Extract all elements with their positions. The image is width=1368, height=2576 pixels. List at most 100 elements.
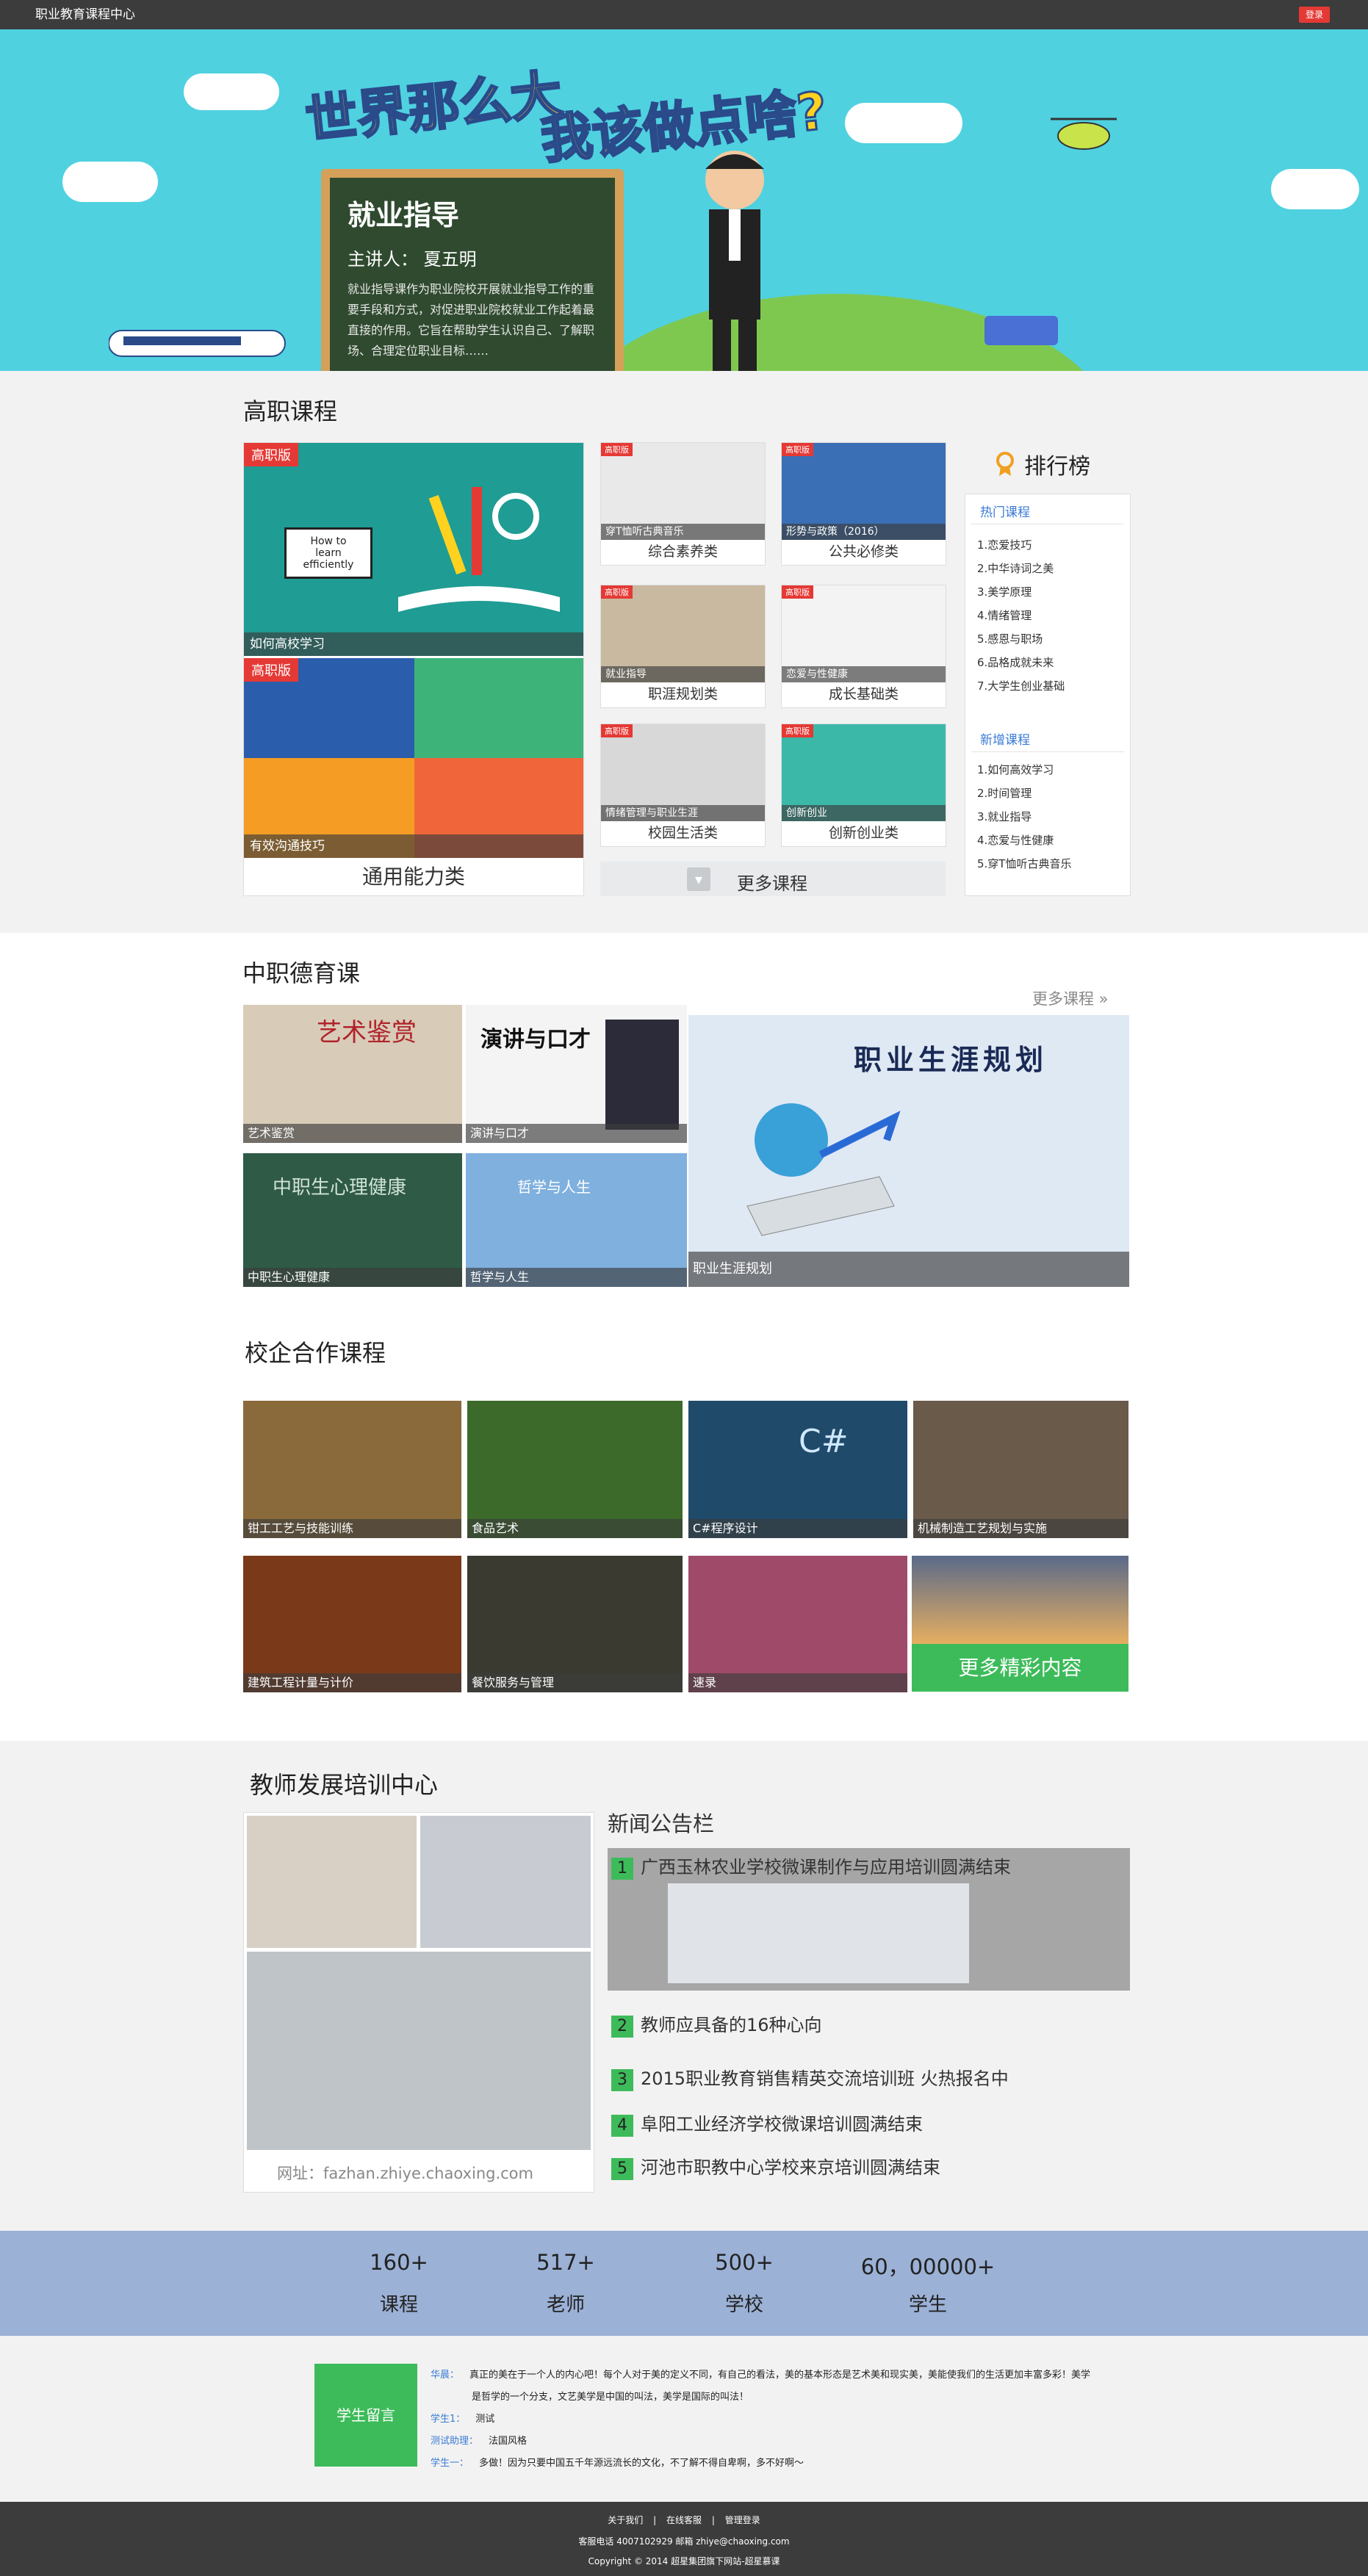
course-overlay-label: 钳工工艺与技能训练 <box>243 1519 461 1538</box>
message-row: 测试助理： 法国风格 <box>431 2433 527 2447</box>
course-card[interactable]: 高职版 就业指导 职涯规划类 <box>600 585 766 708</box>
course-tile[interactable]: 艺术鉴赏 艺术鉴赏 <box>243 1005 462 1143</box>
course-overlay-label: 职业生涯规划 <box>688 1252 1129 1287</box>
category-caption: 公共必修类 <box>828 544 899 560</box>
message-row: 学生1： 测试 <box>431 2411 494 2425</box>
hot-course-item[interactable]: 5.感恩与职场 <box>977 631 1043 646</box>
hot-course-item[interactable]: 7.大学生创业基础 <box>977 678 1065 693</box>
new-course-item[interactable]: 3.就业指导 <box>977 809 1032 824</box>
tile-art-text: 艺术鉴赏 <box>317 1018 417 1047</box>
course-card[interactable]: 高职版 穿T恤听古典音乐 综合素养类 <box>600 442 766 566</box>
news-text: 阜阳工业经济学校微课培训圆满结束 <box>641 2114 923 2135</box>
course-overlay-label: 食品艺术 <box>467 1519 683 1538</box>
message-row: 是哲学的一个分支，文艺美学是中国的叫法，美学是国际的叫法！ <box>472 2389 749 2403</box>
footer-link-about[interactable]: 关于我们 <box>608 2515 643 2525</box>
train-illustration <box>109 330 286 357</box>
stat-label-teachers: 老师 <box>546 2294 585 2316</box>
board-title: 就业指导 <box>348 199 460 231</box>
course-tile[interactable]: 钳工工艺与技能训练 <box>243 1401 461 1538</box>
news-number: 4 <box>611 2115 633 2137</box>
helicopter-illustration <box>1051 118 1117 150</box>
edition-badge: 高职版 <box>244 443 298 466</box>
course-card[interactable]: 高职版 恋爱与性健康 成长基础类 <box>781 585 946 708</box>
news-item[interactable]: 5 河池市职教中心学校来京培训圆满结束 <box>611 2153 940 2180</box>
edition-badge: 高职版 <box>601 724 633 737</box>
course-tile[interactable]: 速录 <box>688 1556 907 1692</box>
course-overlay-label: 中职生心理健康 <box>243 1268 462 1287</box>
course-overlay-label: 艺术鉴赏 <box>243 1124 462 1143</box>
news-board-title: 新闻公告栏 <box>608 1811 715 1836</box>
site-title: 职业教育课程中心 <box>35 7 135 22</box>
cloud-shape <box>845 103 962 143</box>
course-tile-featured[interactable]: 职业生涯规划 职业生涯规划 <box>688 1015 1129 1287</box>
hot-course-item[interactable]: 3.美学原理 <box>977 584 1032 599</box>
section-title-teacher: 教师发展培训中心 <box>250 1771 439 1799</box>
student-messages-button[interactable]: 学生留言 <box>314 2364 417 2467</box>
new-course-item[interactable]: 1.如何高效学习 <box>977 762 1054 777</box>
bus-illustration <box>984 316 1058 345</box>
course-overlay-label: 形势与政策（2016） <box>782 524 946 540</box>
stat-number-schools: 500+ <box>715 2250 774 2275</box>
hot-course-item[interactable]: 6.品格成就未来 <box>977 654 1054 670</box>
medal-icon <box>996 452 1015 477</box>
footer-link-admin-login[interactable]: 管理登录 <box>725 2515 760 2525</box>
hot-course-item[interactable]: 4.情绪管理 <box>977 607 1032 623</box>
teacher-center-card[interactable]: 网址：fazhan.zhiye.chaoxing.com <box>243 1812 594 2193</box>
footer-copyright: Copyright © 2014 超星集团旗下网站-超星慕课 <box>588 2556 780 2566</box>
teacher-photo <box>420 1816 591 1948</box>
course-tile[interactable]: 演讲与口才 演讲与口才 <box>466 1005 687 1143</box>
course-tile[interactable]: 中职生心理健康 中职生心理健康 <box>243 1153 462 1287</box>
news-item[interactable]: 3 2015职业教育销售精英交流培训班 火热报名中 <box>611 2064 1009 2091</box>
new-course-item[interactable]: 2.时间管理 <box>977 785 1032 801</box>
course-tile[interactable]: 食品艺术 <box>467 1401 683 1538</box>
course-card-general-ability[interactable]: How to learn efficiently 高职版 如何高校学习 高职版 … <box>243 442 584 896</box>
course-card[interactable]: 高职版 创新创业 创新创业类 <box>781 724 946 847</box>
hot-course-item[interactable]: 1.恋爱技巧 <box>977 537 1032 552</box>
more-courses-link[interactable]: 更多课程 » <box>1032 987 1109 1009</box>
board-speaker-name: 夏五明 <box>423 249 477 270</box>
hot-course-item[interactable]: 2.中华诗词之美 <box>977 560 1054 576</box>
book-sign-line1: How to <box>310 535 347 547</box>
message-text: 法国风格 <box>489 2436 528 2447</box>
new-course-item[interactable]: 4.恋爱与性健康 <box>977 832 1054 848</box>
category-caption[interactable]: 通用能力类 <box>244 859 583 895</box>
course-card[interactable]: 高职版 形势与政策（2016） 公共必修类 <box>781 442 946 566</box>
course-tile[interactable]: 建筑工程计量与计价 <box>243 1556 461 1692</box>
course-overlay-label: C#程序设计 <box>688 1519 907 1538</box>
course-tile[interactable]: C# C#程序设计 <box>688 1401 907 1538</box>
speaker-photo <box>605 1020 679 1130</box>
news-item[interactable]: 2 教师应具备的16种心向 <box>611 2010 822 2038</box>
footer-link-online-service[interactable]: 在线客服 <box>666 2515 702 2525</box>
more-courses-button[interactable]: ▾ 更多课程 <box>600 862 946 896</box>
course-overlay-label: 穿T恤听古典音乐 <box>601 524 765 540</box>
teacher-site-url[interactable]: 网址：fazhan.zhiye.chaoxing.com <box>277 2162 533 2184</box>
section-title-zhongzhi: 中职德育课 <box>242 959 361 987</box>
category-caption: 综合素养类 <box>647 544 718 560</box>
news-number: 3 <box>611 2069 633 2091</box>
banner-slogan-line2: 我该做点啥? <box>537 79 831 171</box>
edition-badge: 高职版 <box>601 443 633 456</box>
course-overlay-label: 情绪管理与职业生涯 <box>601 805 765 821</box>
message-text: 多做！因为只要中国五千年源远流长的文化，不了解不得自卑啊，多不好啊～ <box>479 2458 804 2469</box>
course-tile[interactable]: 哲学与人生 哲学与人生 <box>466 1153 687 1287</box>
new-course-item[interactable]: 5.穿T恤听古典音乐 <box>977 856 1071 871</box>
news-item[interactable]: 4 阜阳工业经济学校微课培训圆满结束 <box>611 2110 923 2137</box>
top-bar: 职业教育课程中心 <box>0 0 1368 29</box>
footer-links: 关于我们 | 在线客服 | 管理登录 <box>0 2502 1368 2526</box>
course-overlay-label: 就业指导 <box>601 666 765 682</box>
news-photo <box>668 1883 969 1983</box>
course-tile[interactable]: 机械制造工艺规划与实施 <box>913 1401 1128 1538</box>
course-overlay-label: 哲学与人生 <box>466 1268 687 1287</box>
course-overlay-label: 速录 <box>688 1673 907 1692</box>
more-content-button[interactable]: 更多精彩内容 <box>912 1644 1128 1692</box>
news-number: 1 <box>611 1858 633 1880</box>
book-sign-line2: learn <box>315 547 342 559</box>
login-button[interactable]: 登录 <box>1299 7 1330 23</box>
hero-banner[interactable]: 世界那么大 我该做点啥? 就业指导 主讲人： 夏五明 就业指导课作为职业院校开展… <box>0 29 1368 371</box>
laptop-globe-illustration <box>746 1103 901 1236</box>
news-item[interactable]: 1 广西玉林农业学校微课制作与应用培训圆满结束 <box>611 1852 1011 1880</box>
course-tile[interactable]: 餐饮服务与管理 <box>467 1556 683 1692</box>
news-number: 2 <box>611 2016 633 2038</box>
course-card[interactable]: 高职版 情绪管理与职业生涯 校园生活类 <box>600 724 766 847</box>
message-text: 是哲学的一个分支，文艺美学是中国的叫法，美学是国际的叫法！ <box>472 2392 749 2403</box>
